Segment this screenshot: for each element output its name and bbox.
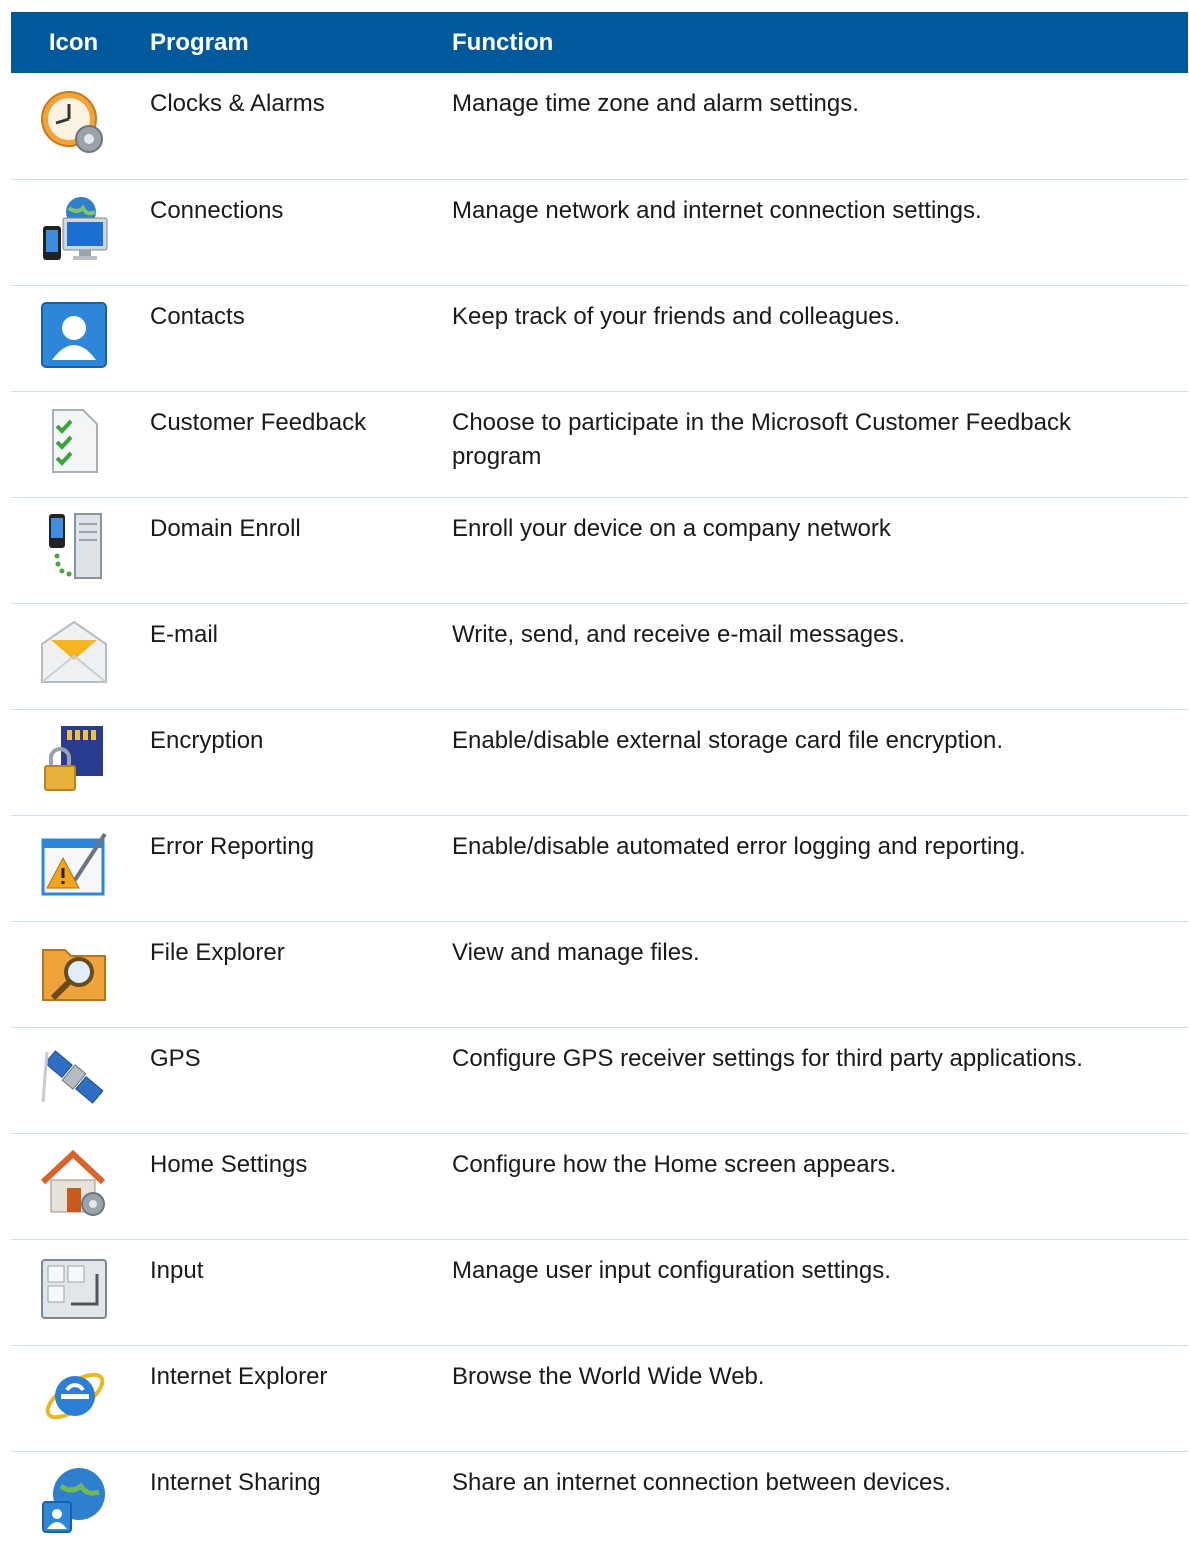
programs-table: Icon Program Function Clocks & Alarms Ma… — [11, 12, 1188, 1554]
table-row: Domain Enroll Enroll your device on a co… — [11, 497, 1188, 603]
sd-card-lock-icon[interactable] — [39, 724, 109, 794]
program-name: Clocks & Alarms — [150, 90, 325, 117]
table-row: Home Settings Configure how the Home scr… — [11, 1133, 1188, 1239]
program-function: Enable/disable automated error logging a… — [452, 832, 1026, 860]
program-name: Domain Enroll — [150, 514, 301, 542]
program-function: Enroll your device on a company network — [452, 514, 891, 542]
program-function: Manage user input configuration settings… — [452, 1256, 891, 1284]
program-name: Input — [150, 1256, 204, 1284]
page: Icon Program Function Clocks & Alarms Ma… — [0, 0, 1189, 1564]
program-name: GPS — [150, 1044, 201, 1072]
table-row: Error Reporting Enable/disable automated… — [11, 815, 1188, 921]
program-name: E-mail — [150, 620, 219, 648]
program-function: Enable/disable external storage card fil… — [452, 726, 1003, 754]
program-name: Connections — [150, 196, 284, 224]
header-program: Program — [150, 28, 249, 56]
program-name: Internet Sharing — [150, 1468, 321, 1496]
program-function: Choose to participate in the Microsoft C… — [452, 408, 1071, 470]
program-name: Home Settings — [150, 1150, 308, 1178]
program-function: Configure GPS receiver settings for thir… — [452, 1044, 1083, 1072]
table-row: E-mail Write, send, and receive e-mail m… — [11, 603, 1188, 709]
table-row: Customer Feedback Choose to participate … — [11, 391, 1188, 497]
folder-magnifier-icon[interactable] — [39, 936, 109, 1006]
header-function: Function — [452, 28, 554, 56]
program-function: Share an internet connection between dev… — [452, 1468, 951, 1496]
internet-explorer-icon[interactable] — [39, 1360, 109, 1430]
header-icon: Icon — [48, 28, 99, 56]
checklist-icon[interactable] — [39, 406, 109, 476]
table-header: Icon Program Function — [11, 12, 1188, 73]
clock-gear-icon[interactable] — [39, 87, 109, 157]
header-row: Icon Program Function — [11, 12, 1188, 73]
program-function: Browse the World Wide Web. — [452, 1362, 765, 1390]
program-function: Manage network and internet connection s… — [452, 196, 982, 224]
satellite-icon[interactable] — [39, 1042, 109, 1112]
connections-icon[interactable] — [39, 194, 109, 264]
program-name: Encryption — [150, 726, 264, 754]
program-name: File Explorer — [150, 938, 285, 966]
table-row: File Explorer View and manage files. — [11, 921, 1188, 1027]
table-row: Input Manage user input configuration se… — [11, 1239, 1188, 1345]
contacts-icon[interactable] — [39, 300, 109, 370]
globe-user-icon[interactable] — [39, 1466, 109, 1536]
table-row: Connections Manage network and internet … — [11, 179, 1188, 285]
table-body: Clocks & Alarms Manage time zone and ala… — [11, 73, 1188, 1554]
table-row: Clocks & Alarms Manage time zone and ala… — [11, 73, 1188, 179]
table-row: Contacts Keep track of your friends and … — [11, 285, 1188, 391]
program-function: Configure how the Home screen appears. — [452, 1150, 897, 1178]
envelope-icon[interactable] — [39, 618, 109, 688]
program-name: Customer Feedback — [150, 408, 367, 436]
domain-enroll-icon[interactable] — [39, 512, 109, 582]
program-function: Manage time zone and alarm settings. — [452, 90, 859, 117]
table-row: Internet Explorer Browse the World Wide … — [11, 1345, 1188, 1451]
table-row: GPS Configure GPS receiver settings for … — [11, 1027, 1188, 1133]
table-row: Internet Sharing Share an internet conne… — [11, 1451, 1188, 1554]
program-name: Internet Explorer — [150, 1362, 328, 1390]
keyboard-input-icon[interactable] — [39, 1254, 109, 1324]
program-name: Contacts — [150, 302, 245, 330]
program-function: Write, send, and receive e-mail messages… — [452, 620, 906, 648]
program-function: View and manage files. — [452, 938, 700, 966]
program-function: Keep track of your friends and colleague… — [452, 302, 901, 330]
house-gear-icon[interactable] — [39, 1148, 109, 1218]
program-name: Error Reporting — [150, 832, 315, 860]
error-report-icon[interactable] — [39, 830, 109, 900]
table-row: Encryption Enable/disable external stora… — [11, 709, 1188, 815]
